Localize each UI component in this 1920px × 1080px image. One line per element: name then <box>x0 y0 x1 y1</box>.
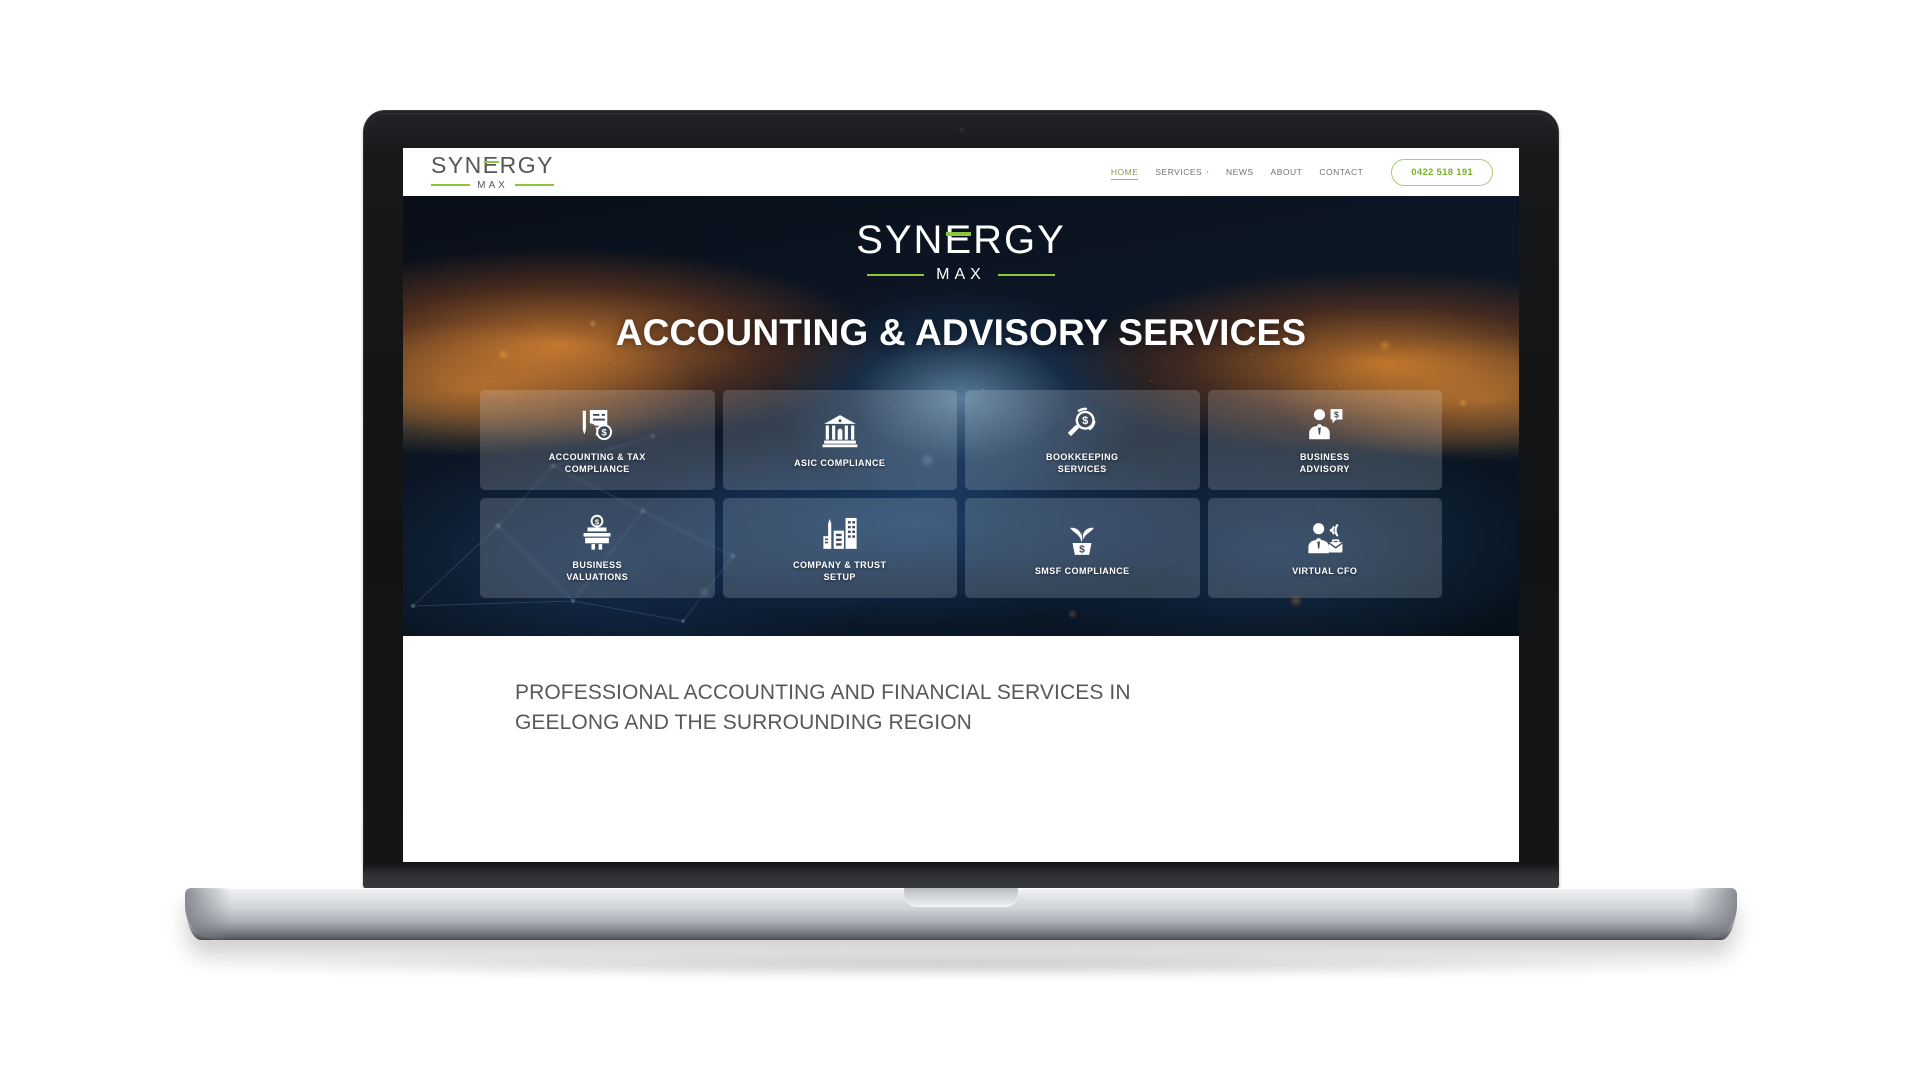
service-tile-label: VIRTUAL CFO <box>1292 566 1358 577</box>
laptop-drop-shadow <box>200 952 1720 978</box>
service-tile-bookkeeping-services[interactable]: $ BOOKKEEPING SERVICES <box>965 390 1200 490</box>
tagline-section: PROFESSIONAL ACCOUNTING AND FINANCIAL SE… <box>403 636 1519 862</box>
chevron-right-icon: › <box>1206 168 1210 176</box>
cfo-wifi-briefcase-icon <box>1306 518 1344 560</box>
base-front-notch <box>904 888 1018 907</box>
service-tile-label: ACCOUNTING & TAX COMPLIANCE <box>548 452 646 474</box>
hero-logo-subtitle-row: MAX <box>867 266 1056 284</box>
nav-item-services-label: SERVICES <box>1155 167 1203 177</box>
logo-rule-left <box>431 184 471 186</box>
base-left-edge <box>185 888 231 940</box>
hero-logo-accent-e: E <box>944 218 974 262</box>
invoice-dollar-icon: $ <box>578 404 616 446</box>
lid-chin <box>363 864 1559 890</box>
service-tile-grid: $ ACCOUNTING & TAX COMPLIANCE ASIC COMPL… <box>480 390 1442 598</box>
plant-pot-dollar-icon: $ <box>1063 518 1101 560</box>
svg-text:$: $ <box>1334 410 1339 420</box>
nav-item-services[interactable]: SERVICES › <box>1155 165 1209 179</box>
screenshot-canvas: SYN E RGY MAX HOME SERVICES › NEWS ABOUT… <box>0 0 1920 1080</box>
nav-item-contact[interactable]: CONTACT <box>1319 165 1363 179</box>
service-tile-label: SMSF COMPLIANCE <box>1034 566 1130 577</box>
laptop-base <box>185 888 1737 940</box>
hero-logo-rule-right <box>997 274 1056 276</box>
browser-viewport: SYN E RGY MAX HOME SERVICES › NEWS ABOUT… <box>403 148 1519 862</box>
webcam-icon <box>958 127 964 132</box>
service-tile-business-valuations[interactable]: $ BUSINESS VALUATIONS <box>480 498 715 598</box>
advisor-speech-dollar-icon: $ <box>1306 404 1344 446</box>
logo-accent-e: E <box>482 151 500 178</box>
service-tile-label: BOOKKEEPING SERVICES <box>1046 452 1119 474</box>
hero-headline: ACCOUNTING & ADVISORY SERVICES <box>615 312 1307 353</box>
nav-item-about[interactable]: ABOUT <box>1271 165 1303 179</box>
city-buildings-icon <box>821 512 859 554</box>
logo-sub-text: MAX <box>477 179 508 191</box>
hero-logo-sub-text: MAX <box>936 266 986 283</box>
hero-logo-rule-left <box>867 274 925 276</box>
service-tile-virtual-cfo[interactable]: VIRTUAL CFO <box>1207 498 1442 598</box>
logo-subtitle-row: MAX <box>431 180 554 191</box>
nav-item-news[interactable]: NEWS <box>1226 165 1254 179</box>
nav-item-news-label: NEWS <box>1226 167 1254 177</box>
service-tile-label: BUSINESS VALUATIONS <box>566 560 629 582</box>
hero-content: SYN E RGY MAX ACCOUNTING & ADVISORY SERVIC… <box>403 196 1519 354</box>
nav-item-contact-label: CONTACT <box>1319 167 1364 177</box>
logo-rule-right <box>514 184 554 186</box>
valuation-stand-dollar-icon: $ <box>578 512 616 554</box>
service-tile-smsf-compliance[interactable]: $ SMSF COMPLIANCE <box>965 498 1200 598</box>
phone-cta-button[interactable]: 0422 518 191 <box>1391 158 1493 186</box>
service-tile-company-trust-setup[interactable]: COMPANY & TRUST SETUP <box>722 498 957 598</box>
bank-building-icon <box>821 410 859 452</box>
svg-text:$: $ <box>602 428 608 439</box>
service-tile-accounting-tax-compliance[interactable]: $ ACCOUNTING & TAX COMPLIANCE <box>480 390 715 490</box>
service-tile-label: ASIC COMPLIANCE <box>794 458 886 469</box>
site-logo[interactable]: SYN E RGY MAX <box>431 151 554 191</box>
svg-text:$: $ <box>1082 415 1088 427</box>
nav-item-about-label: ABOUT <box>1270 167 1303 177</box>
base-right-edge <box>1691 888 1737 940</box>
service-tile-business-advisory[interactable]: $ BUSINESS ADVISORY <box>1207 390 1442 490</box>
nav-item-home[interactable]: HOME <box>1110 165 1139 180</box>
service-tile-label: COMPANY & TRUST SETUP <box>793 560 887 582</box>
laptop-mockup: SYN E RGY MAX HOME SERVICES › NEWS ABOUT… <box>185 110 1737 940</box>
service-tile-label: BUSINESS ADVISORY <box>1299 452 1350 474</box>
tagline-heading: PROFESSIONAL ACCOUNTING AND FINANCIAL SE… <box>515 681 1131 735</box>
svg-text:$: $ <box>1079 545 1085 556</box>
site-header: SYN E RGY MAX HOME SERVICES › NEWS ABOUT… <box>403 148 1519 196</box>
nav-item-home-label: HOME <box>1110 166 1139 177</box>
primary-navigation: HOME SERVICES › NEWS ABOUT CONTACT 0422 … <box>1110 158 1493 186</box>
service-tile-asic-compliance[interactable]: ASIC COMPLIANCE <box>722 390 957 490</box>
laptop-lid: SYN E RGY MAX HOME SERVICES › NEWS ABOUT… <box>363 110 1559 890</box>
hero-banner: SYN E RGY MAX ACCOUNTING & ADVISORY SERVIC… <box>403 196 1519 636</box>
logo-wordmark: SYN E RGY <box>431 151 554 178</box>
hero-logo-wordmark: SYN E RGY <box>856 218 1066 262</box>
magnifier-dollar-icon: $ <box>1063 404 1101 446</box>
